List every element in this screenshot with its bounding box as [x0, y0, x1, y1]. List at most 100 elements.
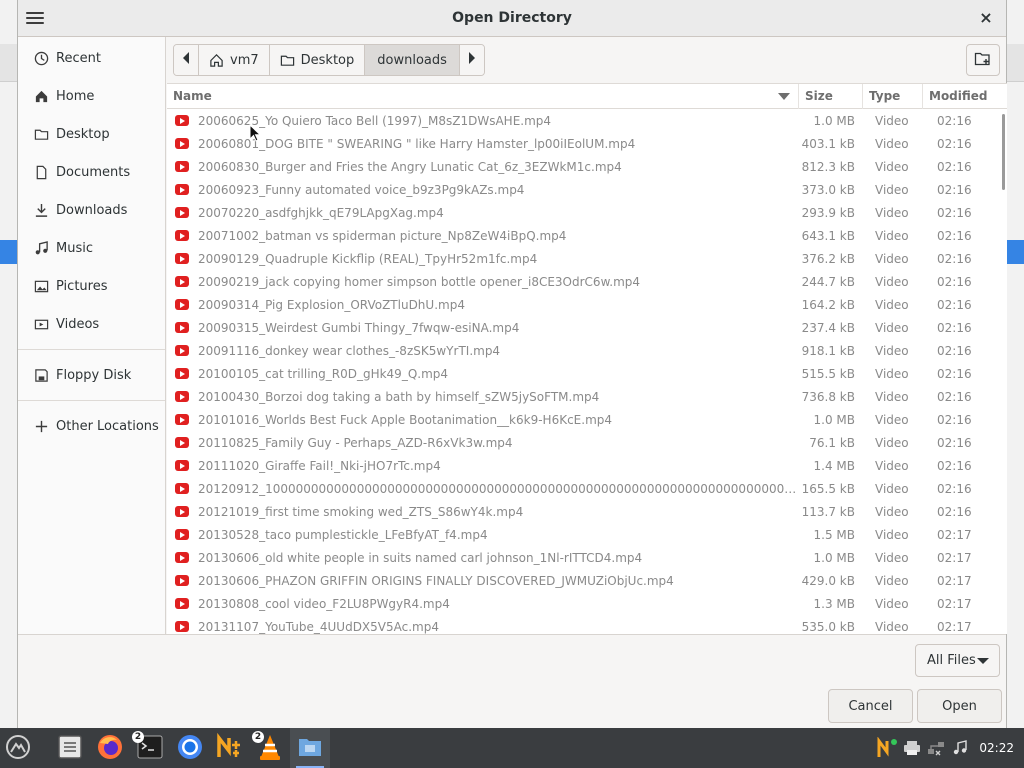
sidebar-item-label: Videos [56, 316, 100, 332]
file-row[interactable]: 20130606_old white people in suits named… [167, 546, 1007, 569]
file-filter-label: All Files [927, 653, 976, 668]
video-file-icon [175, 253, 189, 264]
sidebar-item-videos[interactable]: Videos [18, 305, 165, 343]
file-type: Video [875, 113, 909, 128]
sidebar-item-floppy-disk[interactable]: Floppy Disk [18, 356, 165, 394]
file-row[interactable]: 20060830_Burger and Fries the Angry Luna… [167, 155, 1007, 178]
file-type: Video [875, 527, 909, 542]
download-icon [32, 201, 50, 219]
file-row[interactable]: 20110825_Family Guy - Perhaps_AZD-R6xVk3… [167, 431, 1007, 454]
chromium-icon [176, 733, 204, 764]
file-modified: 02:16 [937, 274, 972, 289]
file-row[interactable]: 20120912_1000000000000000000000000000000… [167, 477, 1007, 500]
sidebar-item-pictures[interactable]: Pictures [18, 267, 165, 305]
dialog-title: Open Directory [452, 10, 572, 26]
file-row[interactable]: 20090315_Weirdest Gumbi Thingy_7fwqw-esi… [167, 316, 1007, 339]
file-row[interactable]: 20131107_YouTube_4UUdDX5V5Ac.mp4 535.0 kB… [167, 615, 1007, 634]
file-size: 403.1 kB [801, 136, 855, 151]
file-row[interactable]: 20090219_jack copying homer simpson bott… [167, 270, 1007, 293]
file-name-cell: 20110825_Family Guy - Perhaps_AZD-R6xVk3… [167, 436, 799, 450]
column-header-size[interactable]: Size [799, 84, 863, 109]
column-header-modified[interactable]: Modified [923, 84, 1005, 109]
file-modified: 02:16 [937, 458, 972, 473]
sidebar-item-label: Floppy Disk [56, 367, 132, 383]
file-row[interactable]: 20060625_Yo Quiero Taco Bell (1997)_M8sZ… [167, 109, 1007, 132]
video-file-icon [175, 230, 189, 241]
column-header-name[interactable]: Name [167, 84, 799, 109]
file-row[interactable]: 20111020_Giraffe Fail!_Nki-jHO7rTc.mp4 1.… [167, 454, 1007, 477]
video-file-icon [175, 391, 189, 402]
file-row[interactable]: 20090129_Quadruple Kickflip (REAL)_TpyHr… [167, 247, 1007, 270]
sidebar-item-music[interactable]: Music [18, 229, 165, 267]
file-row[interactable]: 20090314_Pig Explosion_ORVoZTluDhU.mp4 16… [167, 293, 1007, 316]
video-file-icon [175, 483, 189, 494]
notepadqq-tray-icon[interactable] [877, 737, 899, 759]
sidebar-item-label: Music [56, 240, 93, 256]
file-modified: 02:17 [937, 596, 972, 611]
taskbar-app-firefox[interactable] [90, 728, 130, 768]
close-icon[interactable]: × [976, 8, 996, 28]
file-row[interactable]: 20100430_Borzoi dog taking a bath by him… [167, 385, 1007, 408]
file-size: 515.5 kB [801, 366, 855, 381]
open-button[interactable]: Open [917, 689, 1002, 723]
path-segment-desktop[interactable]: Desktop [269, 45, 366, 75]
file-size: 165.5 kB [801, 481, 855, 496]
file-name: 20090314_Pig Explosion_ORVoZTluDhU.mp4 [198, 297, 465, 312]
sidebar-item-label: Downloads [56, 202, 128, 218]
printer-icon[interactable] [901, 737, 923, 759]
taskbar-app-chromium[interactable] [170, 728, 210, 768]
taskbar-app-file-chooser[interactable] [290, 728, 330, 768]
file-row[interactable]: 20071002_batman vs spiderman picture_Np8… [167, 224, 1007, 247]
file-name-cell: 20090314_Pig Explosion_ORVoZTluDhU.mp4 [167, 298, 799, 312]
taskbar-app-vlc[interactable]: 2 [250, 728, 290, 768]
cancel-button[interactable]: Cancel [828, 689, 913, 723]
taskbar-app-terminal[interactable]: 2 [130, 728, 170, 768]
file-row[interactable]: 20130808_cool video_F2LU8PWgyR4.mp4 1.3 M… [167, 592, 1007, 615]
file-row[interactable]: 20091116_donkey wear clothes_-8zSK5wYrTI… [167, 339, 1007, 362]
file-modified: 02:16 [937, 320, 972, 335]
file-row[interactable]: 20130606_PHAZON GRIFFIN ORIGINS FINALLY … [167, 569, 1007, 592]
start-menu-button[interactable] [0, 728, 36, 768]
file-row[interactable]: 20121019_first time smoking wed_ZTS_S86w… [167, 500, 1007, 523]
scrollbar[interactable] [1002, 114, 1005, 190]
sidebar-item-recent[interactable]: Recent [18, 39, 165, 77]
sidebar-item-downloads[interactable]: Downloads [18, 191, 165, 229]
file-modified: 02:16 [937, 481, 972, 496]
start-menu-icon [5, 734, 31, 763]
sidebar-item-other-locations[interactable]: Other Locations [18, 407, 165, 445]
video-file-icon [175, 345, 189, 356]
file-row[interactable]: 20060801_DOG BITE " SWEARING " like Harr… [167, 132, 1007, 155]
file-row[interactable]: 20060923_Funny automated voice_b9z3Pg9kA… [167, 178, 1007, 201]
file-type: Video [875, 320, 909, 335]
file-row[interactable]: 20100105_cat trilling_R0D_gHk49_Q.mp4 515… [167, 362, 1007, 385]
folder-icon [280, 53, 295, 68]
volume-icon[interactable] [949, 737, 971, 759]
file-row[interactable]: 20070220_asdfghjkk_qE79LApgXag.mp4 293.9 … [167, 201, 1007, 224]
path-segment-home[interactable]: vm7 [199, 45, 270, 75]
path-forward-button[interactable] [459, 45, 484, 75]
file-name: 20060923_Funny automated voice_b9z3Pg9kA… [198, 182, 525, 197]
file-name: 20130528_taco pumplestickle_LFeBfyAT_f4.… [198, 527, 488, 542]
file-size: 237.4 kB [801, 320, 855, 335]
video-file-icon [175, 138, 189, 149]
file-modified: 02:16 [937, 251, 972, 266]
file-filter-dropdown[interactable]: All Files [915, 644, 1000, 677]
column-header-type[interactable]: Type [863, 84, 923, 109]
clock[interactable]: 02:22 [979, 741, 1014, 755]
path-back-button[interactable] [174, 45, 199, 75]
file-row[interactable]: 20130528_taco pumplestickle_LFeBfyAT_f4.… [167, 523, 1007, 546]
file-row[interactable]: 20101016_Worlds Best Fuck Apple Bootanim… [167, 408, 1007, 431]
file-name: 20121019_first time smoking wed_ZTS_S86w… [198, 504, 524, 519]
network-icon[interactable] [925, 737, 947, 759]
sidebar-item-desktop[interactable]: Desktop [18, 115, 165, 153]
video-file-icon [175, 276, 189, 287]
taskbar-app-files[interactable] [50, 728, 90, 768]
video-file-icon [175, 575, 189, 586]
home-icon [209, 53, 224, 68]
path-segment-downloads[interactable]: downloads [365, 45, 460, 75]
sidebar-item-documents[interactable]: Documents [18, 153, 165, 191]
sidebar-separator [18, 400, 165, 401]
taskbar-app-notepadqq[interactable] [210, 728, 250, 768]
sidebar-item-home[interactable]: Home [18, 77, 165, 115]
new-folder-button[interactable] [966, 44, 1000, 76]
